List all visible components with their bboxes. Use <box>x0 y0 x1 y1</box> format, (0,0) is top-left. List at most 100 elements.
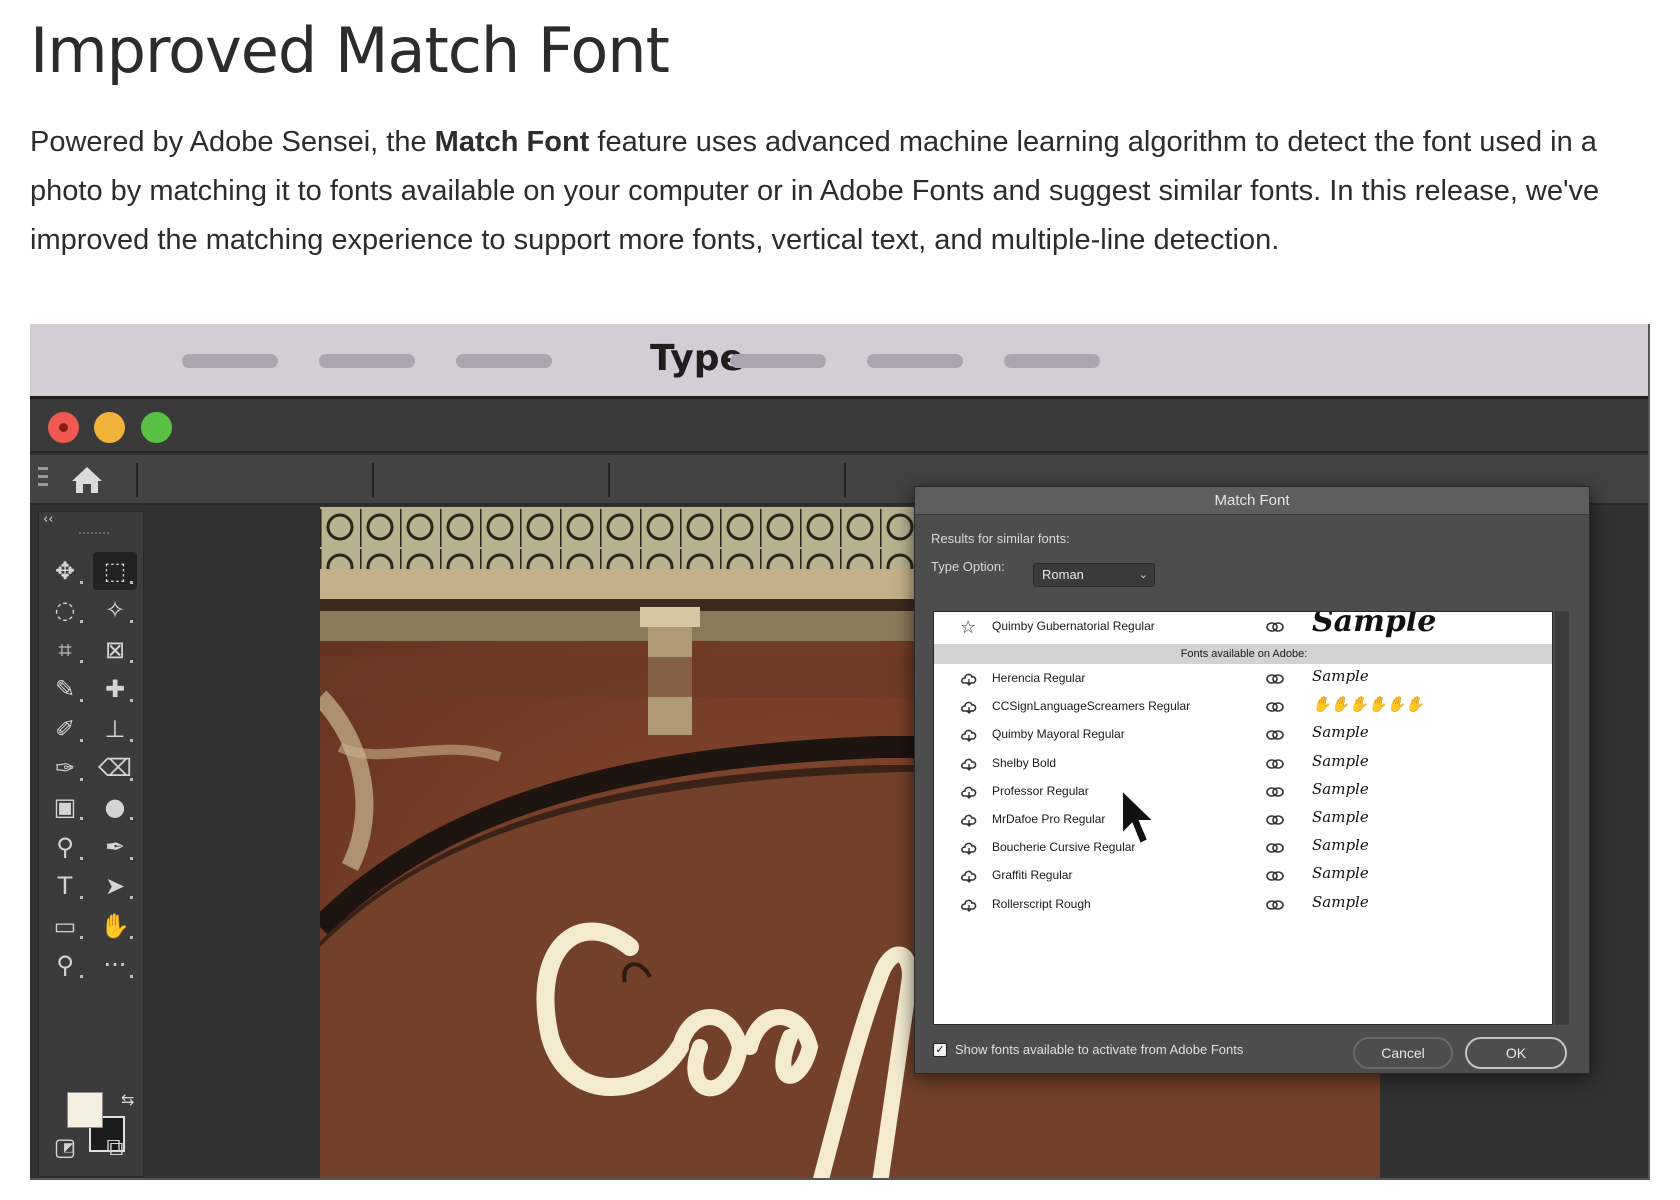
menu-item-placeholder[interactable] <box>456 354 552 368</box>
font-name: Rollerscript Rough <box>992 896 1091 911</box>
font-sample: Sample <box>1312 611 1437 639</box>
show-adobe-fonts-checkbox[interactable]: ✓ <box>933 1043 947 1057</box>
cloud-icon[interactable] <box>960 757 978 771</box>
collapse-panel-icon[interactable]: ‹‹ <box>43 512 53 527</box>
zoom-window-button[interactable] <box>141 412 172 443</box>
font-row[interactable]: Herencia Regular Sample <box>934 664 1552 694</box>
cloud-icon[interactable] <box>960 672 978 686</box>
link-icon <box>1266 758 1284 769</box>
lasso-tool-icon[interactable]: ◌ <box>43 591 87 629</box>
adobe-fonts-header: Fonts available on Adobe: <box>934 644 1552 664</box>
panel-grip[interactable] <box>79 532 109 534</box>
font-row[interactable]: Professor Regular Sample <box>934 777 1552 807</box>
options-bar-grip[interactable] <box>38 467 48 495</box>
zoom-tool-icon[interactable]: ⚲ <box>43 946 87 984</box>
dialog-title: Match Font <box>915 487 1589 515</box>
font-name: MrDafoe Pro Regular <box>992 812 1106 826</box>
home-icon[interactable] <box>70 465 104 495</box>
type-option-value: Roman <box>1042 567 1084 582</box>
font-row[interactable]: MrDafoe Pro Regular Sample <box>934 805 1552 835</box>
font-row[interactable]: ☆ Quimby Gubernatorial Regular Sample <box>934 611 1552 642</box>
marquee-tool-icon[interactable]: ⬚ <box>93 552 137 590</box>
swap-colors-icon[interactable]: ⇆ <box>121 1090 134 1109</box>
link-icon <box>1266 843 1284 853</box>
cloud-icon[interactable] <box>960 700 978 715</box>
gradient-tool-icon[interactable]: ▣ <box>43 788 87 826</box>
font-sample: ✋✋✋✋✋✋ <box>1312 695 1425 714</box>
hand-tool-icon[interactable]: ✋ <box>93 907 137 945</box>
font-sample: Sample <box>1312 892 1369 911</box>
path-selection-tool-icon[interactable]: ➤ <box>93 867 137 905</box>
quick-mask-icon[interactable]: ▢ <box>43 1128 87 1166</box>
cloud-icon[interactable] <box>960 869 978 884</box>
history-brush-tool-icon[interactable]: ✑ <box>43 749 87 787</box>
foreground-color-swatch[interactable] <box>67 1092 103 1128</box>
link-icon <box>1266 815 1284 825</box>
tools-panel: ‹‹ ⇆ ◩ ▢ ⧉ ✥ ⬚ ◌ ✧ ⌗ ⊠ ✎ ✚ ✐ ⊥ ✑ ⌫ ▣ ● ⚲ ✒ T ➤ ▭ ✋ ⚲ ··· <box>38 511 144 1177</box>
font-row[interactable]: Rollerscript Rough Sample <box>934 890 1552 920</box>
crop-tool-icon[interactable]: ⌗ <box>43 631 87 669</box>
results-label: Results for similar fonts: <box>931 531 1070 546</box>
options-separator <box>136 463 138 497</box>
cloud-icon[interactable] <box>960 841 978 856</box>
font-name: Quimby Gubernatorial Regular <box>992 619 1155 633</box>
more-tools-icon[interactable]: ··· <box>93 946 137 984</box>
eyedropper-tool-icon[interactable]: ✎ <box>43 670 87 708</box>
menu-item-placeholder[interactable] <box>730 354 826 368</box>
font-sample: Sample <box>1312 779 1369 798</box>
menu-item-placeholder[interactable] <box>182 354 278 368</box>
healing-brush-tool-icon[interactable]: ✚ <box>93 670 137 708</box>
cloud-icon[interactable] <box>960 813 978 827</box>
font-sample: Sample <box>1312 723 1369 742</box>
ok-button[interactable]: OK <box>1465 1037 1567 1069</box>
font-results-list[interactable]: ☆ Quimby Gubernatorial Regular Sample Fo… <box>933 611 1553 1025</box>
results-scrollbar[interactable] <box>1555 611 1569 1025</box>
blur-tool-icon[interactable]: ● <box>93 788 137 826</box>
minimize-window-button[interactable] <box>94 412 125 443</box>
options-separator <box>372 463 374 497</box>
font-name: Quimby Mayoral Regular <box>992 727 1125 742</box>
menu-item-placeholder[interactable] <box>319 354 415 368</box>
match-font-dialog: Match Font Results for similar fonts: Ty… <box>914 486 1590 1074</box>
frame-tool-icon[interactable]: ⊠ <box>93 631 137 669</box>
font-sample: Sample <box>1312 667 1369 685</box>
menu-item-placeholder[interactable] <box>1004 354 1100 368</box>
eraser-tool-icon[interactable]: ⌫ <box>93 749 137 787</box>
font-sample: Sample <box>1312 808 1369 826</box>
cancel-button[interactable]: Cancel <box>1353 1037 1453 1069</box>
link-icon <box>1266 730 1284 741</box>
font-row[interactable]: CCSignLanguageScreamers Regular ✋✋✋✋✋✋ <box>934 692 1552 722</box>
font-row[interactable]: Quimby Mayoral Regular Sample <box>934 720 1552 750</box>
magic-wand-tool-icon[interactable]: ✧ <box>93 591 137 629</box>
show-adobe-fonts-label: Show fonts available to activate from Ad… <box>955 1042 1244 1057</box>
type-tool-icon[interactable]: T <box>43 867 87 905</box>
font-name: Shelby Bold <box>992 755 1057 770</box>
rectangle-tool-icon[interactable]: ▭ <box>43 907 87 945</box>
font-name: CCSignLanguageScreamers Regular <box>992 699 1191 714</box>
clone-stamp-tool-icon[interactable]: ⊥ <box>93 710 137 748</box>
window-titlebar <box>30 399 1648 453</box>
font-row[interactable]: Shelby Bold Sample <box>934 749 1552 779</box>
link-icon <box>1266 674 1284 684</box>
link-icon <box>1266 622 1284 632</box>
brush-tool-icon[interactable]: ✐ <box>43 710 87 748</box>
cloud-icon[interactable] <box>960 785 978 799</box>
font-name: Herencia Regular <box>992 671 1086 685</box>
options-separator <box>608 463 610 497</box>
pen-tool-icon[interactable]: ✒ <box>93 828 137 866</box>
dodge-tool-icon[interactable]: ⚲ <box>43 828 87 866</box>
mouse-cursor-icon <box>1121 788 1157 846</box>
close-window-button[interactable] <box>48 412 79 443</box>
font-row[interactable]: Boucherie Cursive Regular Sample <box>934 833 1552 863</box>
intro-text-start: Powered by Adobe Sensei, the <box>30 126 435 158</box>
menu-item-placeholder[interactable] <box>867 354 963 368</box>
cloud-icon[interactable] <box>960 728 978 743</box>
star-icon[interactable]: ☆ <box>960 617 976 638</box>
font-row[interactable]: Graffiti Regular Sample <box>934 861 1552 891</box>
type-option-select[interactable]: Roman ⌄ <box>1033 563 1155 587</box>
screen-mode-icon[interactable]: ⧉ <box>93 1128 137 1166</box>
cloud-icon[interactable] <box>960 898 978 912</box>
move-tool-icon[interactable]: ✥ <box>43 552 87 590</box>
font-sample: Sample <box>1312 836 1369 855</box>
link-icon <box>1266 702 1284 712</box>
